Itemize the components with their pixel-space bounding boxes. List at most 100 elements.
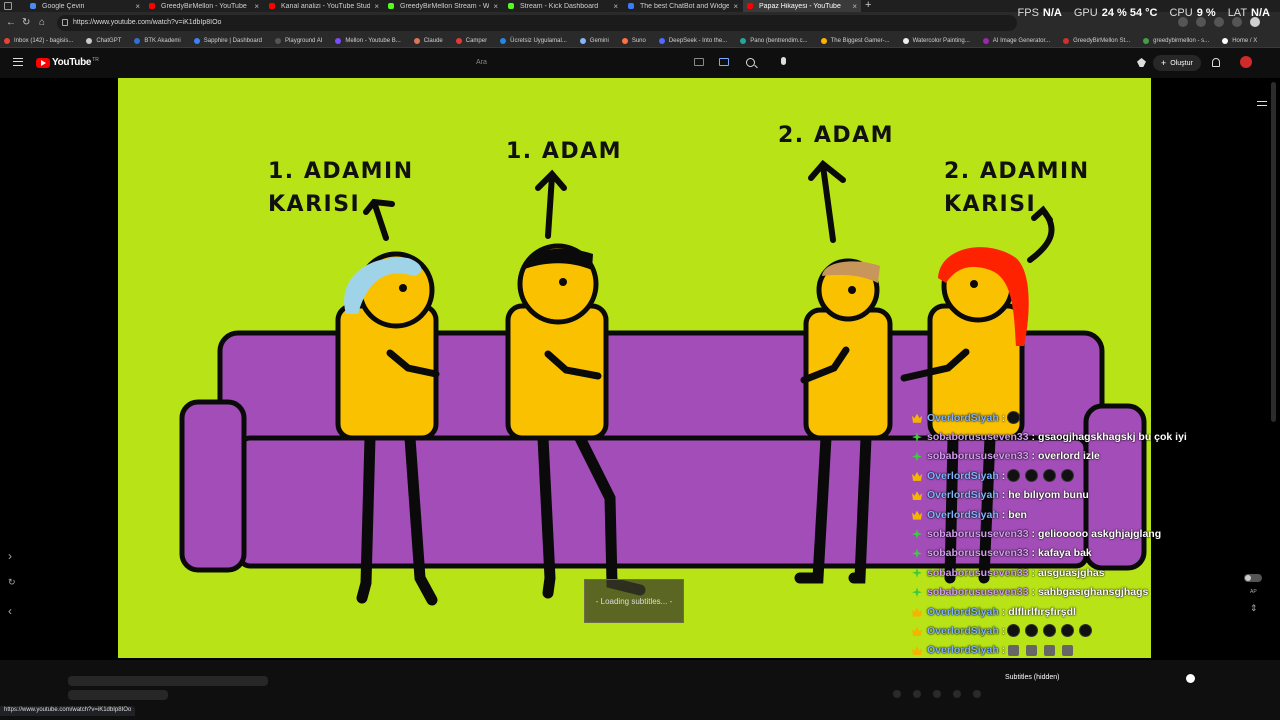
bookmark-item[interactable]: Sapphire | Dashboard	[193, 37, 262, 44]
browser-tab[interactable]: Stream - Kick Dashboard ×	[504, 0, 622, 12]
bookmark-favicon	[86, 37, 93, 44]
bookmark-item[interactable]: Inbox (142) - bagisis...	[4, 37, 74, 44]
chat-text: kafaya bak	[1038, 547, 1092, 560]
bookmark-favicon	[1063, 37, 1070, 44]
chat-username[interactable]: sobaborususeven33	[927, 567, 1029, 579]
chat-username[interactable]: OverlordSiyah	[927, 625, 999, 637]
bookmark-label: Playground AI	[285, 37, 323, 44]
chat-message: OverlordSiyah:	[912, 621, 1212, 640]
chat-username[interactable]: sobaborususeven33	[927, 586, 1029, 598]
bookmark-item[interactable]: Pano (bentrendim.c...	[740, 37, 808, 44]
avatar[interactable]	[1240, 56, 1252, 68]
bookmark-label: BTK Akademi	[144, 37, 181, 44]
bookmark-label: Inbox (142) - bagisis...	[14, 37, 74, 44]
bookmark-label: Claude	[423, 37, 443, 44]
hamburger-menu-icon[interactable]	[13, 58, 23, 66]
chat-username[interactable]: OverlordSiyah	[927, 644, 999, 656]
bookmark-item[interactable]: AI Image Generator...	[982, 37, 1050, 44]
bookmark-item[interactable]: Watercolor Painting...	[902, 37, 970, 44]
browser-tab[interactable]: GreedyBirMellon - YouTube ×	[145, 0, 263, 12]
chat-emote-icon	[1080, 625, 1092, 637]
refresh-icon[interactable]: ↻	[8, 577, 16, 588]
browser-tab[interactable]: The best ChatBot and Widgets fo×	[624, 0, 742, 12]
browser-tab[interactable]: Kanal analizi - YouTube Studio ×	[265, 0, 383, 12]
keyboard-icon[interactable]	[694, 58, 704, 66]
loading-subtitles-box: - Loading subtitles... -	[584, 579, 684, 623]
chat-text: aısguasjghas	[1038, 566, 1105, 579]
chat-username[interactable]: sobaborususeven33	[927, 547, 1029, 559]
chat-username[interactable]: OverlordSiyah	[927, 489, 999, 501]
close-tab-icon[interactable]: ×	[493, 2, 498, 11]
chat-username[interactable]: sobaborususeven33	[927, 431, 1029, 443]
close-tab-icon[interactable]: ×	[613, 2, 618, 11]
chat-message: sobaborususeven33: kafaya bak	[912, 544, 1212, 563]
live-chat-overlay: OverlordSiyah: sobaborususeven33: gsaogjha…	[912, 408, 1212, 679]
chat-separator: :	[1001, 624, 1006, 637]
browser-tab[interactable]: Google Çeviri ×	[26, 0, 144, 12]
search-icon[interactable]	[746, 58, 755, 67]
bookmark-item[interactable]: GreedyBirMellon St...	[1063, 37, 1130, 44]
bookmark-favicon	[500, 37, 507, 44]
tab-title: Papaz Hikayesi - YouTube	[759, 2, 841, 10]
bookmark-item[interactable]: Claude	[413, 37, 443, 44]
tab-favicon	[30, 3, 36, 9]
bookmark-favicon	[193, 37, 200, 44]
performance-overlay: FPS N/A GPU 24 % 54 °C CPU 9 % LAT N/A	[1018, 7, 1270, 19]
chat-username[interactable]: OverlordSiyah	[927, 606, 999, 618]
bookmark-item[interactable]: Suno	[621, 37, 646, 44]
chevron-left-icon[interactable]: ‹	[8, 604, 12, 618]
back-arrow-icon[interactable]: ←	[6, 17, 16, 28]
chat-toggle-icon[interactable]	[1256, 98, 1268, 110]
close-tab-icon[interactable]: ×	[852, 2, 857, 11]
chat-emote-icon	[1008, 625, 1020, 637]
bookmark-item[interactable]: Playground AI	[275, 37, 323, 44]
status-bar-url: https://www.youtube.com/watch?v=iK1dbIp8…	[0, 706, 136, 716]
bookmark-item[interactable]: Camper	[455, 37, 487, 44]
chat-separator: :	[1031, 450, 1036, 463]
browser-tab[interactable]: Papaz Hikayesi - YouTube ×	[743, 0, 861, 12]
chat-username[interactable]: sobaborususeven33	[927, 528, 1029, 540]
url-input[interactable]: https://www.youtube.com/watch?v=iK1dbIp8…	[57, 15, 1017, 31]
page-scrollbar[interactable]	[1271, 82, 1276, 422]
chat-username[interactable]: OverlordSiyah	[927, 509, 999, 521]
browser-tab[interactable]: GreedyBirMellon Stream - Watch×	[384, 0, 502, 12]
bookmark-item[interactable]: greedybirmellon - s...	[1143, 37, 1209, 44]
bookmark-item[interactable]: ChatGPT	[86, 37, 121, 44]
bookmark-item[interactable]: The Biggest Gamer-...	[820, 37, 890, 44]
check-icon[interactable]	[1186, 674, 1195, 683]
youtube-logo[interactable]: YouTube TR	[36, 57, 99, 68]
chat-message: sobaborususeven33: aısguasjghas	[912, 563, 1212, 582]
bookmark-item[interactable]: BTK Akademi	[134, 37, 181, 44]
home-icon[interactable]: ⌂	[39, 17, 45, 28]
bookmark-item[interactable]: Mellon - Youtube B...	[335, 37, 401, 44]
chat-username[interactable]: sobaborususeven33	[927, 450, 1029, 462]
chat-username[interactable]: OverlordSiyah	[927, 412, 999, 424]
chat-message: sobaborususeven33: sahbgasıghansgjhags	[912, 583, 1212, 602]
character-eyes	[399, 278, 978, 294]
chat-username[interactable]: OverlordSiyah	[927, 470, 999, 482]
bookmark-item[interactable]: Ücretsiz Uygulamal...	[500, 37, 567, 44]
dot	[953, 690, 961, 698]
expand-vertical-icon[interactable]: ⇕	[1250, 603, 1258, 614]
close-tab-icon[interactable]: ×	[733, 2, 738, 11]
reload-icon[interactable]: ↻	[22, 17, 30, 28]
autoplay-toggle[interactable]	[1244, 574, 1262, 582]
window-menu-icon[interactable]	[4, 2, 12, 10]
bookmark-item[interactable]: Gemini	[579, 37, 609, 44]
close-tab-icon[interactable]: ×	[254, 2, 259, 11]
bookmark-favicon	[275, 37, 282, 44]
fps-value: N/A	[1042, 7, 1062, 19]
bookmark-item[interactable]: Home / X	[1222, 37, 1257, 44]
create-button[interactable]: + Oluştur	[1153, 55, 1201, 71]
bookmark-item[interactable]: DeepSeek - Into the...	[658, 37, 727, 44]
translate-icon[interactable]	[719, 58, 729, 66]
tab-title: Google Çeviri	[42, 2, 85, 10]
microphone-icon[interactable]	[781, 57, 786, 65]
notifications-bell-icon[interactable]	[1212, 58, 1220, 67]
bookmark-label: Mellon - Youtube B...	[345, 37, 401, 44]
chevron-right-icon[interactable]: ›	[8, 549, 12, 563]
lock-icon[interactable]	[62, 19, 68, 26]
close-tab-icon[interactable]: ×	[374, 2, 379, 11]
new-tab-button[interactable]: +	[865, 0, 871, 11]
close-tab-icon[interactable]: ×	[135, 2, 140, 11]
